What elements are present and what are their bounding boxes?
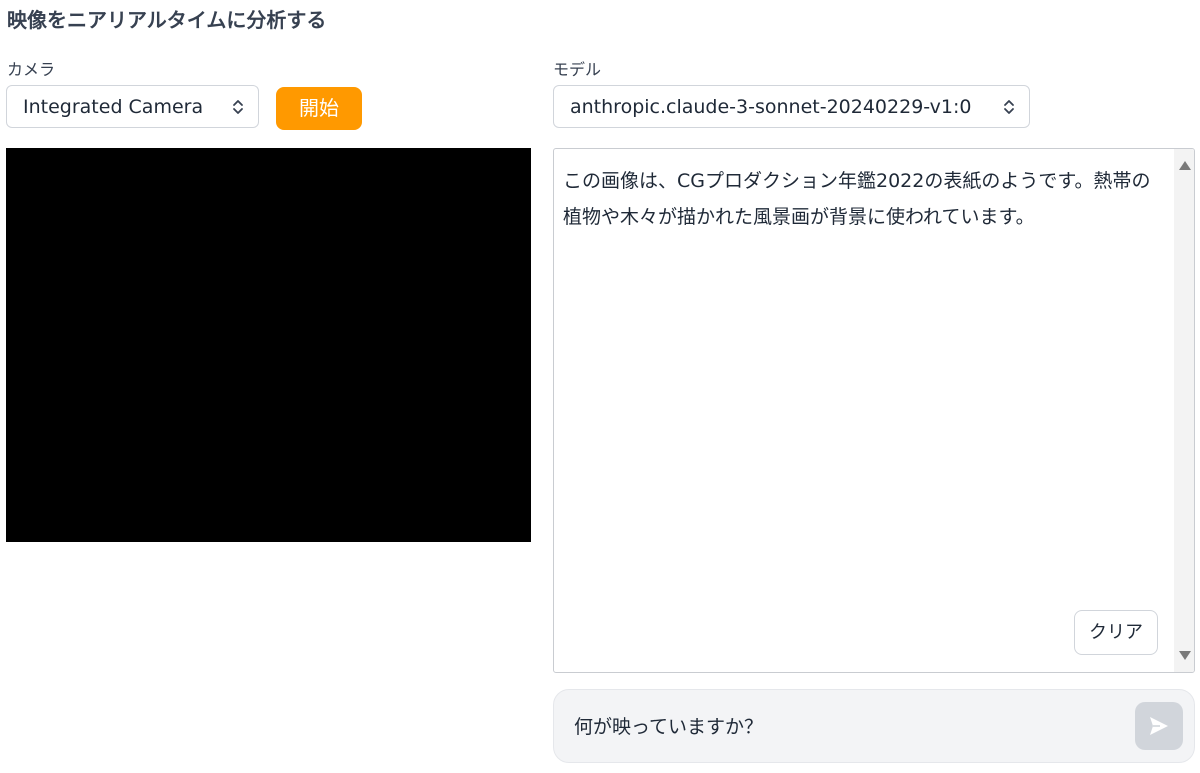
- response-text: この画像は、CGプロダクション年鑑2022の表紙のようです。熱帯の植物や木々が描…: [563, 170, 1151, 228]
- model-select[interactable]: anthropic.claude-3-sonnet-20240229-v1:0: [553, 85, 1030, 128]
- model-select-value: anthropic.claude-3-sonnet-20240229-v1:0: [570, 95, 972, 118]
- page-title: 映像をニアリアルタイムに分析する: [7, 8, 327, 32]
- scroll-down-icon[interactable]: [1179, 651, 1191, 660]
- model-label: モデル: [553, 60, 602, 79]
- camera-select[interactable]: Integrated Camera: [6, 85, 259, 128]
- camera-video-preview: [6, 148, 531, 542]
- chevron-updown-icon: [1004, 99, 1014, 114]
- app-root: 映像をニアリアルタイムに分析する カメラ Integrated Camera 開…: [0, 0, 1200, 773]
- scroll-up-icon[interactable]: [1179, 161, 1191, 170]
- response-scrollbar[interactable]: [1174, 149, 1194, 672]
- clear-button[interactable]: クリア: [1074, 610, 1158, 655]
- camera-label: カメラ: [7, 60, 56, 79]
- camera-select-value: Integrated Camera: [23, 95, 204, 118]
- prompt-input[interactable]: [574, 712, 1114, 742]
- chevron-updown-icon: [233, 99, 243, 114]
- prompt-bar: [553, 689, 1195, 763]
- send-icon: [1150, 717, 1168, 735]
- send-button[interactable]: [1135, 702, 1183, 750]
- response-panel[interactable]: この画像は、CGプロダクション年鑑2022の表紙のようです。熱帯の植物や木々が描…: [553, 148, 1195, 673]
- start-button[interactable]: 開始: [276, 87, 362, 130]
